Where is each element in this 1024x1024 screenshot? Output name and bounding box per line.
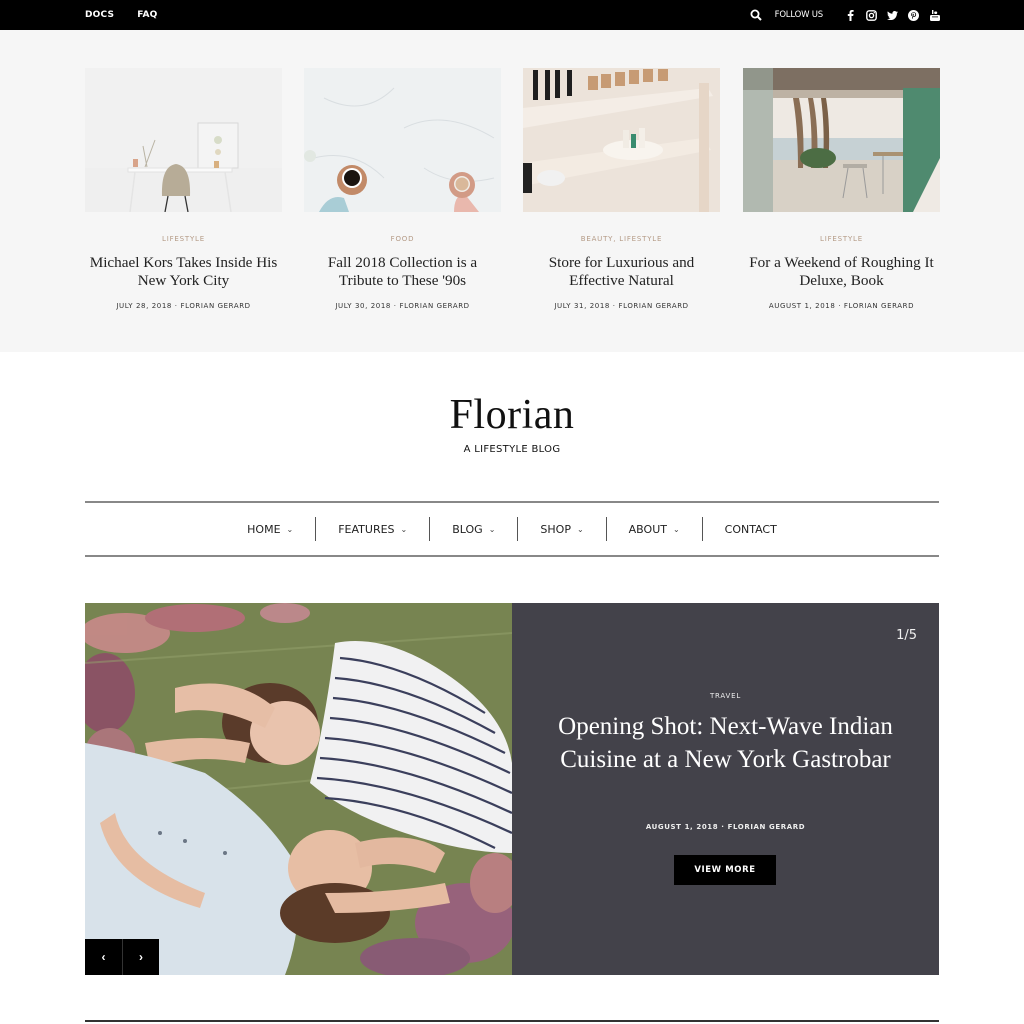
post-date: JULY 31, 2018 (554, 302, 610, 310)
follow-us-label: FOLLOW US (774, 10, 824, 20)
faq-link[interactable]: FAQ (137, 10, 157, 20)
post-author[interactable]: FLORIAN GERARD (399, 302, 469, 310)
hero-content-panel: 1/5 TRAVEL Opening Shot: Next-Wave India… (512, 603, 939, 975)
nav-item-home[interactable]: HOME ⌄ (225, 517, 315, 541)
site-logo[interactable]: Florian (0, 390, 1024, 440)
post-meta: AUGUST 1, 2018 · FLORIAN GERARD (743, 302, 940, 310)
facebook-icon[interactable] (845, 9, 856, 21)
post-author[interactable]: FLORIAN GERARD (180, 302, 250, 310)
slide-counter: 1/5 (896, 628, 917, 643)
hero-title[interactable]: Opening Shot: Next-Wave Indian Cuisine a… (552, 711, 899, 776)
post-meta: JULY 31, 2018 · FLORIAN GERARD (523, 302, 720, 310)
top-bar: DOCS FAQ FOLLOW US (0, 0, 1024, 30)
main-navigation: HOME ⌄ FEATURES ⌄ BLOG ⌄ SHOP ⌄ ABOUT ⌄ … (85, 501, 939, 557)
site-branding: Florian A LIFESTYLE BLOG (0, 390, 1024, 455)
post-meta: JULY 30, 2018 · FLORIAN GERARD (304, 302, 501, 310)
search-icon[interactable] (750, 9, 762, 21)
meta-separator: · (393, 302, 397, 310)
meta-separator: · (174, 302, 178, 310)
post-date: JULY 28, 2018 (116, 302, 172, 310)
post-title[interactable]: Store for Luxurious and Effective Natura… (523, 254, 720, 290)
chevron-left-icon: ‹ (101, 950, 106, 964)
post-date: JULY 30, 2018 (335, 302, 391, 310)
docs-link[interactable]: DOCS (85, 10, 114, 20)
post-author[interactable]: FLORIAN GERARD (844, 302, 914, 310)
post-title[interactable]: For a Weekend of Roughing It Deluxe, Boo… (743, 254, 940, 290)
top-links: DOCS FAQ (85, 0, 158, 30)
post-date: AUGUST 1, 2018 (768, 302, 836, 310)
view-more-button[interactable]: VIEW MORE (674, 855, 776, 885)
hero-slider: ‹ › 1/5 TRAVEL Opening Shot: Next-Wave I… (85, 603, 939, 975)
nav-label: ABOUT (628, 522, 667, 536)
instagram-icon[interactable] (866, 9, 877, 21)
post-meta: JULY 28, 2018 · FLORIAN GERARD (85, 302, 282, 310)
slider-prev-button[interactable]: ‹ (85, 939, 122, 975)
nav-item-blog[interactable]: BLOG ⌄ (430, 517, 517, 541)
nav-label: CONTACT (724, 522, 777, 536)
site-tagline: A LIFESTYLE BLOG (463, 444, 561, 455)
meta-separator: · (612, 302, 616, 310)
chevron-down-icon: ⌄ (488, 524, 496, 534)
nav-item-about[interactable]: ABOUT ⌄ (607, 517, 702, 541)
featured-post-card[interactable]: FOOD Fall 2018 Collection is a Tribute t… (304, 68, 501, 310)
nav-item-shop[interactable]: SHOP ⌄ (518, 517, 605, 541)
post-title[interactable]: Michael Kors Takes Inside His New York C… (85, 254, 282, 290)
slider-arrows: ‹ › (85, 939, 159, 975)
featured-post-card[interactable]: BEAUTY, LIFESTYLE Store for Luxurious an… (523, 68, 720, 310)
featured-post-image[interactable] (85, 68, 282, 212)
nav-label: SHOP (540, 522, 571, 536)
youtube-icon[interactable] (929, 9, 940, 21)
chevron-down-icon: ⌄ (576, 524, 584, 534)
slider-next-button[interactable]: › (122, 939, 159, 975)
featured-post-card[interactable]: LIFESTYLE Michael Kors Takes Inside His … (85, 68, 282, 310)
meta-separator: · (838, 302, 842, 310)
post-author[interactable]: FLORIAN GERARD (618, 302, 688, 310)
chevron-right-icon: › (139, 950, 143, 964)
featured-posts: LIFESTYLE Michael Kors Takes Inside His … (0, 30, 1024, 352)
nav-item-features[interactable]: FEATURES ⌄ (316, 517, 429, 541)
featured-post-image[interactable] (304, 68, 501, 212)
section-divider (85, 1020, 939, 1022)
post-category[interactable]: LIFESTYLE (743, 235, 940, 243)
nav-label: BLOG (452, 522, 483, 536)
post-category[interactable]: FOOD (304, 235, 501, 243)
hero-meta: AUGUST 1, 2018 · FLORIAN GERARD (512, 823, 939, 831)
chevron-down-icon: ⌄ (400, 524, 408, 534)
featured-post-image[interactable] (523, 68, 720, 212)
post-category[interactable]: BEAUTY, LIFESTYLE (523, 235, 720, 243)
chevron-down-icon: ⌄ (672, 524, 680, 534)
nav-label: FEATURES (338, 522, 395, 536)
featured-post-card[interactable]: LIFESTYLE For a Weekend of Roughing It D… (743, 68, 940, 310)
social-bar: FOLLOW US (750, 0, 940, 30)
featured-post-image[interactable] (743, 68, 940, 212)
nav-label: HOME (247, 522, 281, 536)
hero-category[interactable]: TRAVEL (512, 692, 939, 700)
hero-image[interactable]: ‹ › (85, 603, 512, 975)
post-title[interactable]: Fall 2018 Collection is a Tribute to The… (304, 254, 501, 290)
nav-item-contact[interactable]: CONTACT (703, 517, 799, 541)
meta-separator: · (721, 823, 725, 831)
hero-date: AUGUST 1, 2018 (645, 823, 719, 831)
twitter-icon[interactable] (887, 10, 898, 21)
pinterest-icon[interactable] (908, 9, 919, 21)
hero-author[interactable]: FLORIAN GERARD (728, 823, 806, 831)
chevron-down-icon: ⌄ (286, 524, 294, 534)
post-category[interactable]: LIFESTYLE (85, 235, 282, 243)
